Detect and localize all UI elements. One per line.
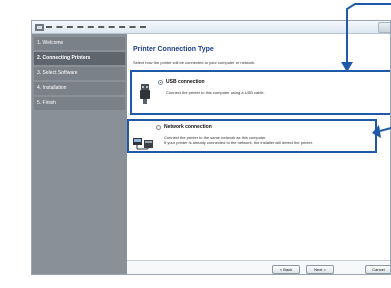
usb-callout-arrow-head-icon (341, 62, 353, 72)
callout-arrows (341, 3, 391, 138)
network-callout-arrow-line (379, 127, 391, 132)
usb-callout-arrow-line (346, 3, 391, 64)
network-callout-arrow-head-icon (372, 125, 381, 138)
